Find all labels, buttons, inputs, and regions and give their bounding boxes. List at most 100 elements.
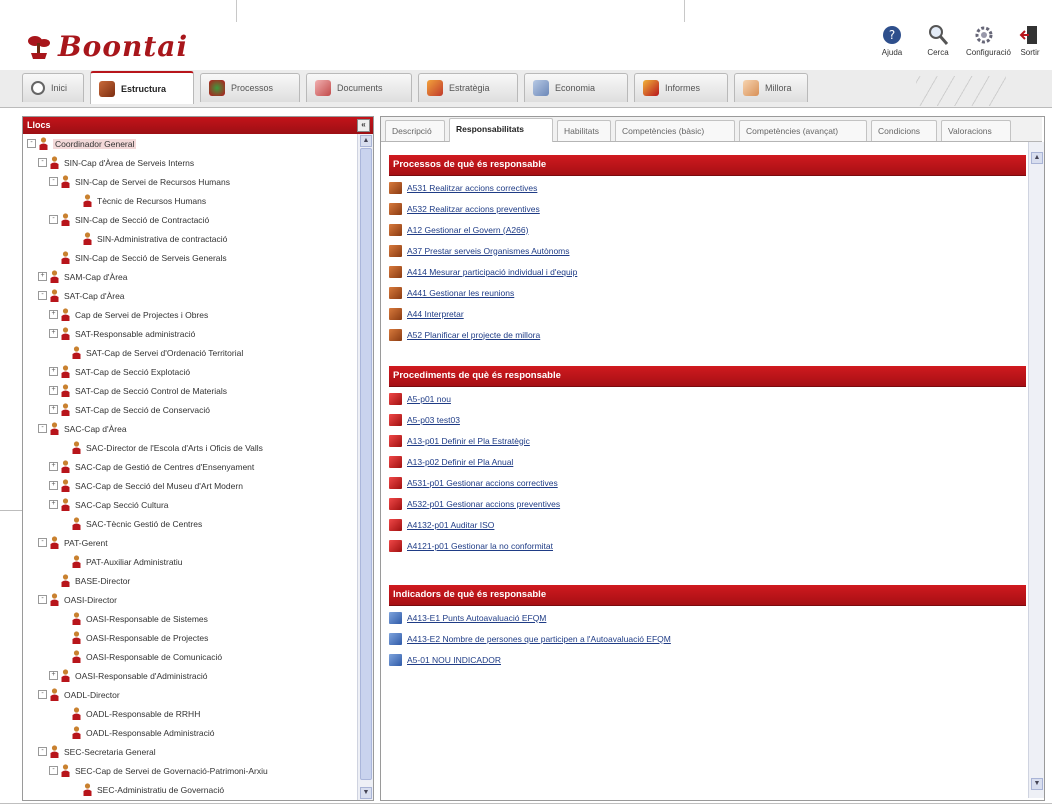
expand-toggle-icon[interactable]: + bbox=[49, 481, 58, 490]
detail-tab[interactable]: Competències (bàsic) bbox=[615, 120, 735, 141]
tab-documents[interactable]: Documents bbox=[306, 73, 412, 102]
detail-tab[interactable]: Descripció bbox=[385, 120, 445, 141]
item-link[interactable]: A12 Gestionar el Govern (A266) bbox=[407, 225, 528, 235]
tree-item[interactable]: SAC-Tècnic Gestió de Centres bbox=[23, 514, 357, 533]
tree-item[interactable]: - SAT-Cap d'Àrea bbox=[23, 286, 357, 305]
collapse-toggle-icon[interactable]: - bbox=[38, 538, 47, 547]
collapse-toggle-icon[interactable]: - bbox=[49, 177, 58, 186]
tree-item[interactable]: - SIN-Cap de Secció de Contractació bbox=[23, 210, 357, 229]
tree-item[interactable]: + SAC-Cap de Gestió de Centres d'Ensenyam… bbox=[23, 457, 357, 476]
tree-scrollbar[interactable]: ▲ ▼ bbox=[357, 134, 373, 800]
tree-item[interactable]: OADL-Responsable de RRHH bbox=[23, 704, 357, 723]
tree-item[interactable]: - OASI-Director bbox=[23, 590, 357, 609]
item-link[interactable]: A13-p01 Definir el Pla Estratègic bbox=[407, 436, 530, 446]
item-link[interactable]: A44 Interpretar bbox=[407, 309, 464, 319]
collapse-toggle-icon[interactable]: - bbox=[49, 215, 58, 224]
item-link[interactable]: A414 Mesurar participació individual i d… bbox=[407, 267, 577, 277]
tree-item[interactable]: + SAM-Cap d'Àrea bbox=[23, 267, 357, 286]
tree-item[interactable]: - SAC-Cap d'Àrea bbox=[23, 419, 357, 438]
tree-item[interactable]: + SAT-Cap de Secció Control de Materials bbox=[23, 381, 357, 400]
expand-toggle-icon[interactable]: + bbox=[49, 310, 58, 319]
collapse-toggle-icon[interactable]: - bbox=[27, 139, 36, 148]
search-button[interactable]: Cerca bbox=[920, 24, 956, 57]
item-link[interactable]: A5-p01 nou bbox=[407, 394, 451, 404]
expand-toggle-icon[interactable]: + bbox=[49, 405, 58, 414]
detail-tab[interactable]: Responsabilitats bbox=[449, 118, 553, 142]
expand-toggle-icon[interactable]: + bbox=[38, 272, 47, 281]
collapse-toggle-icon[interactable]: - bbox=[38, 291, 47, 300]
app-logo[interactable]: Boontai bbox=[26, 30, 188, 63]
item-link[interactable]: A532 Realitzar accions preventives bbox=[407, 204, 540, 214]
tree-item[interactable]: SEC-Administratiu de Governació bbox=[23, 780, 357, 799]
tree-item[interactable]: + SAC-Cap de Secció del Museu d'Art Moder… bbox=[23, 476, 357, 495]
settings-button[interactable]: Configuració bbox=[966, 24, 1011, 57]
tree-item[interactable]: + OASI-Responsable d'Administració bbox=[23, 666, 357, 685]
tab-estructura[interactable]: Estructura bbox=[90, 71, 194, 104]
expand-toggle-icon[interactable]: + bbox=[49, 329, 58, 338]
tree-item[interactable]: SAC-Director de l'Escola d'Arts i Oficis… bbox=[23, 438, 357, 457]
detail-tab[interactable]: Habilitats bbox=[557, 120, 611, 141]
collapse-toggle-icon[interactable]: - bbox=[38, 158, 47, 167]
tab-millora[interactable]: Millora bbox=[734, 73, 808, 102]
item-link[interactable]: A531-p01 Gestionar accions correctives bbox=[407, 478, 558, 488]
item-link[interactable]: A37 Prestar serveis Organismes Autònoms bbox=[407, 246, 570, 256]
help-button[interactable]: ? Ajuda bbox=[874, 24, 910, 57]
tree-item[interactable]: + SAT-Cap de Secció Explotació bbox=[23, 362, 357, 381]
item-link[interactable]: A5-p03 test03 bbox=[407, 415, 460, 425]
item-link[interactable]: A4132-p01 Auditar ISO bbox=[407, 520, 494, 530]
tree-item[interactable]: Tècnic de Recursos Humans bbox=[23, 191, 357, 210]
tree-item[interactable]: - SEC-Secretaria General bbox=[23, 742, 357, 761]
item-link[interactable]: A532-p01 Gestionar accions preventives bbox=[407, 499, 560, 509]
expand-toggle-icon[interactable]: + bbox=[49, 367, 58, 376]
scroll-down-arrow-icon[interactable]: ▼ bbox=[1031, 778, 1043, 790]
tab-estrategia[interactable]: Estratègia bbox=[418, 73, 518, 102]
collapse-toggle-icon[interactable]: - bbox=[38, 595, 47, 604]
item-link[interactable]: A441 Gestionar les reunions bbox=[407, 288, 514, 298]
detail-tab[interactable]: Competències (avançat) bbox=[739, 120, 867, 141]
scroll-up-arrow-icon[interactable]: ▲ bbox=[1031, 152, 1043, 164]
tree-item[interactable]: SIN-Administrativa de contractació bbox=[23, 229, 357, 248]
tree-item[interactable]: SIN-Cap de Secció de Serveis Generals bbox=[23, 248, 357, 267]
item-link[interactable]: A5-01 NOU INDICADOR bbox=[407, 655, 501, 665]
tree-item[interactable]: - SIN-Cap d'Àrea de Serveis Interns bbox=[23, 153, 357, 172]
item-link[interactable]: A52 Planificar el projecte de millora bbox=[407, 330, 540, 340]
tree-item[interactable]: + SAT-Responsable administració bbox=[23, 324, 357, 343]
tree-item[interactable]: + Cap de Servei de Projectes i Obres bbox=[23, 305, 357, 324]
collapse-toggle-icon[interactable]: - bbox=[38, 690, 47, 699]
collapse-panel-button[interactable]: « bbox=[357, 119, 370, 132]
tree-item[interactable]: - PAT-Gerent bbox=[23, 533, 357, 552]
tab-informes[interactable]: Informes bbox=[634, 73, 728, 102]
expand-toggle-icon[interactable]: + bbox=[49, 386, 58, 395]
tree-item[interactable]: OASI-Responsable de Sistemes bbox=[23, 609, 357, 628]
tree-item[interactable]: - OADL-Director bbox=[23, 685, 357, 704]
tab-economia[interactable]: Economia bbox=[524, 73, 628, 102]
tree-item[interactable]: - SEC-Cap de Servei de Governació-Patrimo… bbox=[23, 761, 357, 780]
item-link[interactable]: A4121-p01 Gestionar la no conformitat bbox=[407, 541, 553, 551]
tree-item[interactable]: - SIN-Cap de Servei de Recursos Humans bbox=[23, 172, 357, 191]
tree-item[interactable]: OASI-Responsable de Comunicació bbox=[23, 647, 357, 666]
scroll-up-arrow-icon[interactable]: ▲ bbox=[360, 135, 372, 147]
scroll-down-arrow-icon[interactable]: ▼ bbox=[360, 787, 372, 799]
exit-button[interactable]: Sortir bbox=[1012, 24, 1048, 57]
item-link[interactable]: A413-E2 Nombre de persones que participe… bbox=[407, 634, 671, 644]
tree-item[interactable]: PAT-Auxiliar Administratiu bbox=[23, 552, 357, 571]
item-link[interactable]: A413-E1 Punts Autoavaluació EFQM bbox=[407, 613, 546, 623]
tree-item[interactable]: - Coordinador General bbox=[23, 134, 357, 153]
expand-toggle-icon[interactable]: + bbox=[49, 462, 58, 471]
content-scrollbar[interactable]: ▲ ▼ bbox=[1028, 142, 1044, 798]
scrollbar-thumb[interactable] bbox=[360, 148, 372, 780]
expand-toggle-icon[interactable]: + bbox=[49, 671, 58, 680]
tree-item[interactable]: OASI-Responsable de Projectes bbox=[23, 628, 357, 647]
collapse-toggle-icon[interactable]: - bbox=[49, 766, 58, 775]
tree-item[interactable]: BASE-Director bbox=[23, 571, 357, 590]
item-link[interactable]: A13-p02 Definir el Pla Anual bbox=[407, 457, 513, 467]
tab-inici[interactable]: Inici bbox=[22, 73, 84, 102]
collapse-toggle-icon[interactable]: - bbox=[38, 424, 47, 433]
tree-item[interactable]: SAT-Cap de Servei d'Ordenació Territoria… bbox=[23, 343, 357, 362]
tree-item[interactable]: + SAC-Cap Secció Cultura bbox=[23, 495, 357, 514]
detail-tab[interactable]: Condicions bbox=[871, 120, 937, 141]
detail-tab[interactable]: Valoracions bbox=[941, 120, 1011, 141]
collapse-toggle-icon[interactable]: - bbox=[38, 747, 47, 756]
item-link[interactable]: A531 Realitzar accions correctives bbox=[407, 183, 537, 193]
tree-item[interactable]: OADL-Responsable Administració bbox=[23, 723, 357, 742]
